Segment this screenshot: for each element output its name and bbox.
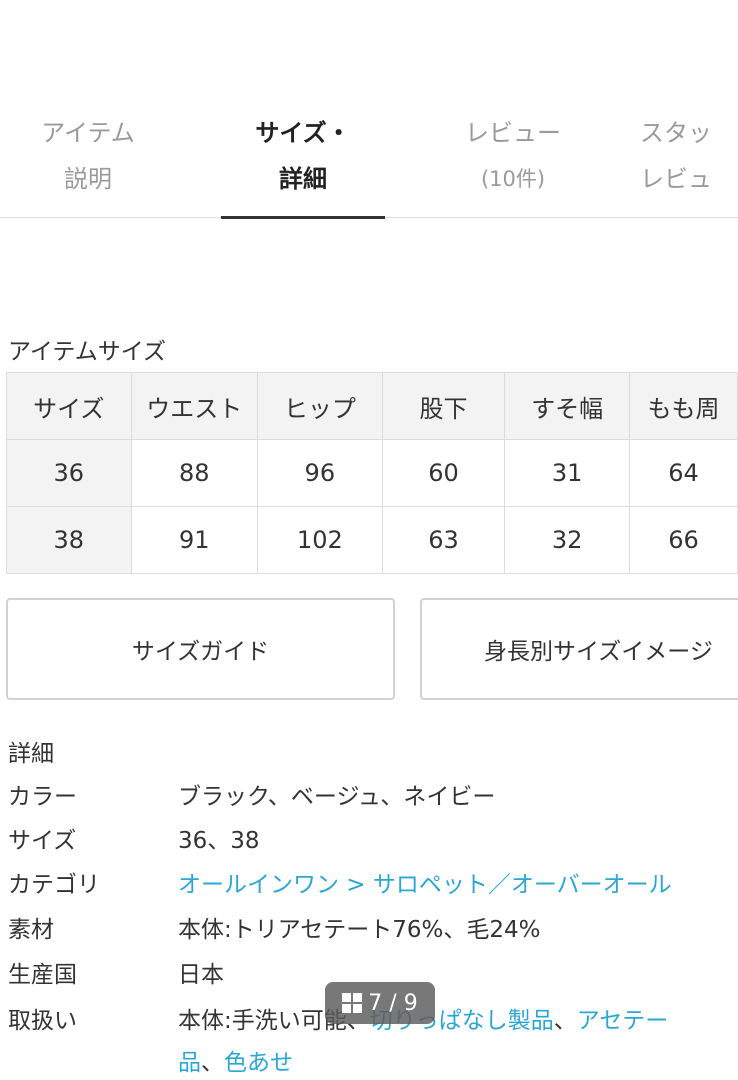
detail-label: サイズ bbox=[8, 828, 77, 854]
detail-label: 取扱い bbox=[8, 1008, 77, 1034]
size-table: サイズ ウエスト ヒップ 股下 すそ幅 もも周 36 88 96 60 31 6… bbox=[6, 372, 738, 574]
detail-value: 品、色あせ bbox=[178, 1046, 293, 1080]
detail-label: 素材 bbox=[8, 917, 54, 943]
detail-label: カテゴリ bbox=[8, 872, 100, 898]
table-cell: 31 bbox=[504, 439, 630, 507]
detail-value: 本体:トリアセテート76%、毛24% bbox=[178, 917, 541, 943]
table-header-cell: すそ幅 bbox=[504, 372, 630, 440]
item-size-title: アイテムサイズ bbox=[8, 339, 167, 365]
table-cell: 66 bbox=[628, 506, 738, 574]
tab-label: アイテム bbox=[41, 119, 135, 147]
detail-row-size: サイズ 36、38 bbox=[8, 824, 738, 870]
table-header-cell: サイズ bbox=[6, 372, 132, 440]
grid-icon bbox=[342, 993, 363, 1013]
tab-label: スタッ bbox=[640, 119, 712, 147]
table-cell: 60 bbox=[381, 439, 506, 507]
detail-value: ブラック、ベージュ、ネイビー bbox=[178, 784, 496, 810]
care-separator: 、 bbox=[201, 1050, 224, 1076]
detail-row-care-continued: 品、色あせ bbox=[8, 1046, 738, 1080]
table-header-row: サイズ ウエスト ヒップ 股下 すそ幅 もも周 bbox=[6, 372, 738, 440]
table-cell: 38 bbox=[6, 506, 132, 574]
table-cell: 96 bbox=[257, 439, 383, 507]
table-header-cell: もも周 bbox=[628, 372, 738, 440]
table-cell: 32 bbox=[504, 506, 630, 574]
detail-value: 日本 bbox=[178, 962, 224, 988]
tab-item-description[interactable]: アイテム 説明 bbox=[3, 110, 173, 202]
detail-row-color: カラー ブラック、ベージュ、ネイビー bbox=[8, 780, 738, 826]
table-header-cell: ヒップ bbox=[257, 372, 383, 440]
tab-bar: アイテム 説明 サイズ・ 詳細 レビュー (10件) スタッ レビュ bbox=[0, 100, 738, 219]
size-image-by-height-button[interactable]: 身長別サイズイメージ bbox=[420, 598, 738, 700]
care-link-fading[interactable]: 色あせ bbox=[224, 1050, 293, 1076]
tab-label: サイズ・ bbox=[255, 119, 351, 147]
table-row: 38 91 102 63 32 66 bbox=[6, 506, 738, 574]
detail-value: 36、38 bbox=[178, 828, 260, 854]
tab-size-details[interactable]: サイズ・ 詳細 bbox=[218, 110, 388, 219]
table-cell: 64 bbox=[628, 439, 738, 507]
tab-reviews[interactable]: レビュー (10件) bbox=[428, 110, 598, 202]
table-header-cell: 股下 bbox=[381, 372, 506, 440]
detail-row-material: 素材 本体:トリアセテート76%、毛24% bbox=[8, 913, 738, 959]
product-detail-page: アイテム 説明 サイズ・ 詳細 レビュー (10件) スタッ レビュ アイテムサ… bbox=[0, 0, 738, 1080]
image-counter-text: 7 / 9 bbox=[368, 990, 418, 1016]
table-cell: 36 bbox=[6, 439, 132, 507]
care-separator: 、 bbox=[553, 1008, 577, 1034]
category-link[interactable]: オールインワン > サロペット／オーバーオール bbox=[178, 868, 672, 902]
tab-staff-review[interactable]: スタッ レビュ bbox=[640, 110, 738, 202]
size-guide-button[interactable]: サイズガイド bbox=[6, 598, 395, 700]
tab-label: 説明 bbox=[64, 165, 112, 193]
tab-label: レビュー bbox=[465, 119, 561, 147]
tab-label: (10件) bbox=[480, 167, 546, 191]
table-cell: 88 bbox=[130, 439, 259, 507]
table-cell: 102 bbox=[257, 506, 383, 574]
care-link-product[interactable]: 品 bbox=[178, 1050, 201, 1076]
details-title: 詳細 bbox=[8, 741, 54, 767]
table-cell: 63 bbox=[381, 506, 506, 574]
table-header-cell: ウエスト bbox=[130, 372, 259, 440]
table-cell: 91 bbox=[130, 506, 259, 574]
detail-label: カラー bbox=[8, 784, 77, 810]
detail-row-category: カテゴリ オールインワン > サロペット／オーバーオール bbox=[8, 868, 738, 914]
tab-label: 詳細 bbox=[279, 165, 327, 193]
tab-label: レビュ bbox=[640, 165, 712, 193]
table-row: 36 88 96 60 31 64 bbox=[6, 439, 738, 507]
image-counter[interactable]: 7 / 9 bbox=[325, 982, 435, 1024]
detail-label: 生産国 bbox=[8, 962, 77, 988]
care-link-acetate[interactable]: アセテー bbox=[577, 1008, 669, 1034]
